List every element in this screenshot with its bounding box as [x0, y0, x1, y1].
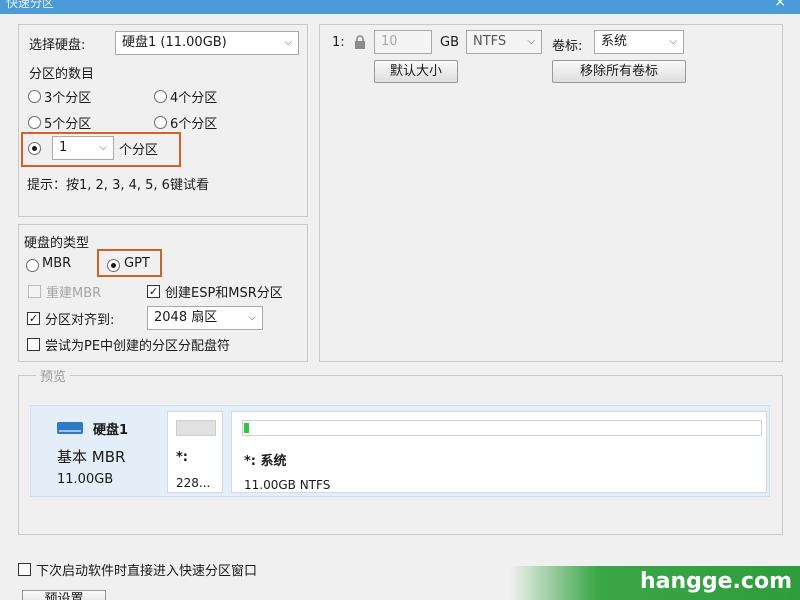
- chevron-down-icon: ⌵: [527, 36, 535, 47]
- chevron-down-icon: ⌵: [284, 37, 292, 48]
- gpt-highlight: [97, 249, 162, 277]
- disk-preview[interactable]: 硬盘1 基本 MBR 11.00GB *: 228... *: 系统 11.00…: [30, 405, 770, 497]
- preview-disk-name: 硬盘1: [93, 423, 129, 438]
- quick-open-label: 下次启动软件时直接进入快速分区窗口: [36, 564, 258, 579]
- disk-select-value: 硬盘1 (11.00GB): [122, 35, 227, 50]
- watermark: hangge.com: [510, 566, 800, 600]
- partition-size-unit: GB: [440, 35, 459, 50]
- preview-partition-1[interactable]: *: 228...: [167, 411, 223, 493]
- radio-3-label: 3个分区: [44, 91, 92, 106]
- preview-partition-2[interactable]: *: 系统 11.00GB NTFS: [231, 411, 767, 493]
- close-icon[interactable]: ×: [774, 0, 786, 10]
- partition-index: 1:: [332, 35, 345, 50]
- radio-6-label: 6个分区: [170, 117, 218, 132]
- align-partitions-label: 分区对齐到:: [45, 313, 115, 328]
- filesystem-value: NTFS: [473, 34, 507, 49]
- rebuild-mbr-label: 重建MBR: [46, 286, 102, 301]
- partition-2-name: *: 系统: [244, 454, 287, 469]
- preview-disk-type: 基本 MBR: [57, 448, 126, 466]
- radio-mbr[interactable]: [26, 259, 39, 272]
- partition-count-label: 分区的数目: [29, 67, 95, 82]
- radio-5-partitions[interactable]: [28, 116, 41, 129]
- partition-1-usage-bar: [176, 420, 216, 436]
- radio-mbr-label: MBR: [42, 256, 72, 271]
- create-esp-msr-checkbox[interactable]: ✓: [147, 285, 160, 298]
- window-title: 快速分区: [6, 0, 55, 10]
- chevron-down-icon: ⌵: [248, 312, 256, 323]
- partition-size-input[interactable]: 10: [374, 30, 432, 54]
- volume-label-select[interactable]: 系统 ⌵: [594, 30, 684, 54]
- rebuild-mbr-checkbox[interactable]: [28, 285, 41, 298]
- partition-settings-panel: 1: 10 GB NTFS ⌵ 卷标: 系统 ⌵ 默认大小 移除所有卷标: [319, 24, 783, 362]
- preview-disk-size: 11.00GB: [57, 472, 114, 487]
- align-partitions-checkbox[interactable]: ✓: [27, 312, 40, 325]
- chevron-down-icon: ⌵: [669, 36, 677, 47]
- default-size-button[interactable]: 默认大小: [374, 60, 458, 83]
- disk-type-label: 硬盘的类型: [24, 236, 90, 251]
- disk-select-label: 选择硬盘:: [29, 38, 86, 53]
- align-sectors-value: 2048 扇区: [154, 310, 218, 325]
- keyboard-hint: 提示：按1, 2, 3, 4, 5, 6键试看: [27, 178, 209, 193]
- partition-2-info: 11.00GB NTFS: [244, 478, 331, 492]
- radio-5-label: 5个分区: [44, 117, 92, 132]
- radio-4-label: 4个分区: [170, 91, 218, 106]
- disk-select[interactable]: 硬盘1 (11.00GB) ⌵: [115, 31, 299, 55]
- partition-2-usage-fill: [244, 423, 249, 433]
- radio-4-partitions[interactable]: [154, 90, 167, 103]
- quick-open-checkbox[interactable]: [18, 563, 31, 576]
- partition-1-size: 228...: [176, 476, 211, 490]
- preset-button[interactable]: 预设置: [22, 590, 106, 600]
- lock-icon[interactable]: [354, 35, 366, 49]
- assign-letter-label: 尝试为PE中创建的分区分配盘符: [45, 339, 231, 354]
- disk-icon: [57, 420, 83, 436]
- volume-label-value: 系统: [601, 34, 628, 49]
- partition-1-name: *:: [176, 450, 188, 465]
- remove-all-labels-button[interactable]: 移除所有卷标: [552, 60, 686, 83]
- radio-3-partitions[interactable]: [28, 90, 41, 103]
- custom-count-highlight: [21, 132, 181, 167]
- preview-legend: 预览: [36, 366, 71, 385]
- partition-count-panel: 选择硬盘: 硬盘1 (11.00GB) ⌵ 分区的数目 3个分区 4个分区 5个…: [18, 24, 308, 217]
- title-bar: 快速分区 ×: [0, 0, 800, 14]
- partition-2-usage-bar: [242, 420, 762, 436]
- volume-label-label: 卷标:: [552, 39, 583, 54]
- align-sectors-select[interactable]: 2048 扇区 ⌵: [147, 306, 263, 330]
- watermark-text: hangge.com: [639, 569, 792, 594]
- partition-size-value: 10: [381, 34, 398, 49]
- radio-6-partitions[interactable]: [154, 116, 167, 129]
- create-esp-msr-label: 创建ESP和MSR分区: [165, 286, 283, 301]
- disk-type-panel: 硬盘的类型 MBR GPT 重建MBR ✓ 创建ESP和MSR分区 ✓ 分区对齐…: [18, 224, 308, 362]
- assign-letter-checkbox[interactable]: [27, 338, 40, 351]
- filesystem-select[interactable]: NTFS ⌵: [466, 30, 542, 54]
